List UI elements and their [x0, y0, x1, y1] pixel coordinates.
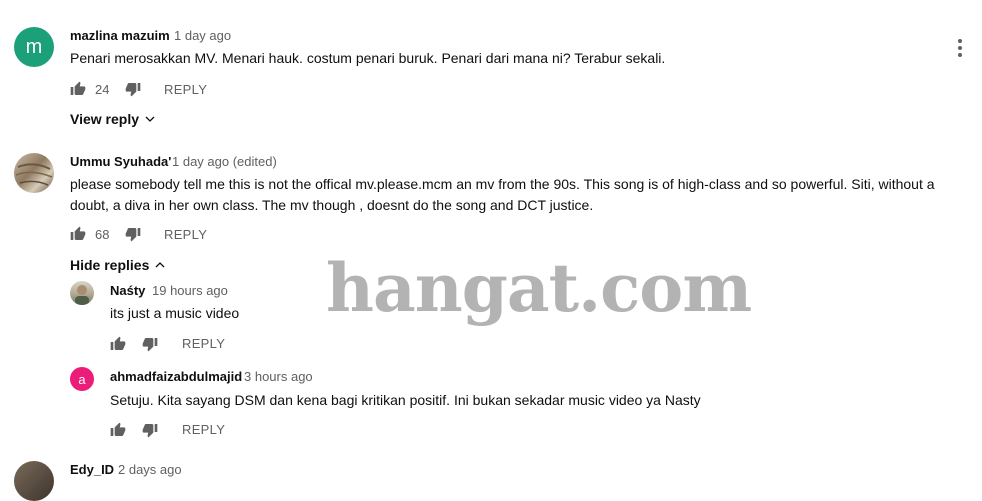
avatar-photo-icon [15, 163, 53, 186]
thumbs-down-icon[interactable] [142, 422, 158, 438]
avatar[interactable] [70, 281, 94, 305]
reply-button[interactable]: REPLY [164, 227, 207, 242]
avatar[interactable] [14, 461, 54, 501]
thumbs-down-icon[interactable] [125, 81, 141, 97]
comment-timestamp[interactable]: 1 day ago [174, 28, 231, 43]
reply-timestamp[interactable]: 19 hours ago [152, 283, 228, 298]
view-replies-toggle[interactable]: View reply [70, 111, 156, 127]
reply-text: Setuju. Kita sayang DSM dan kena bagi kr… [110, 392, 701, 408]
reply-text: its just a music video [110, 305, 240, 321]
avatar[interactable]: m [14, 27, 54, 67]
like-count: 68 [95, 226, 110, 242]
thumbs-down-icon[interactable] [125, 226, 141, 242]
avatar[interactable] [14, 153, 54, 193]
reply-button[interactable]: REPLY [182, 422, 225, 437]
more-actions-icon[interactable] [957, 39, 963, 57]
reply-author[interactable]: Naśty [110, 283, 145, 298]
reply-timestamp[interactable]: 3 hours ago [244, 369, 313, 384]
avatar[interactable]: a [70, 367, 94, 391]
comment-author[interactable]: mazlina mazuim [70, 28, 170, 43]
comment-actions: 24 [70, 79, 141, 99]
thumbs-down-icon[interactable] [142, 336, 158, 352]
reply-button[interactable]: REPLY [182, 336, 225, 351]
thumbs-up-icon[interactable] [70, 226, 86, 242]
comment-author[interactable]: Ummu Syuhada' [70, 154, 171, 169]
chevron-up-icon [155, 262, 165, 268]
comment-actions: 68 [70, 224, 141, 244]
reply-button[interactable]: REPLY [164, 82, 207, 97]
avatar-photo-icon [75, 285, 89, 305]
reply-actions [110, 334, 158, 354]
thumbs-up-icon[interactable] [70, 81, 86, 97]
comment-text: Penari merosakkan MV. Menari hauk. costu… [70, 50, 666, 66]
thumbs-up-icon[interactable] [110, 336, 126, 352]
comment-text: please somebody tell me this is not the … [70, 176, 935, 213]
hide-replies-toggle[interactable]: Hide replies [70, 257, 166, 273]
comment-author[interactable]: Edy_ID [70, 462, 114, 477]
chevron-down-icon [145, 116, 155, 122]
reply-author[interactable]: ahmadfaizabdulmajid [110, 369, 242, 384]
comment-timestamp[interactable]: 2 days ago [118, 462, 182, 477]
like-count: 24 [95, 81, 110, 97]
comment-timestamp[interactable]: 1 day ago (edited) [172, 154, 277, 169]
reply-actions [110, 420, 158, 440]
thumbs-up-icon[interactable] [110, 422, 126, 438]
